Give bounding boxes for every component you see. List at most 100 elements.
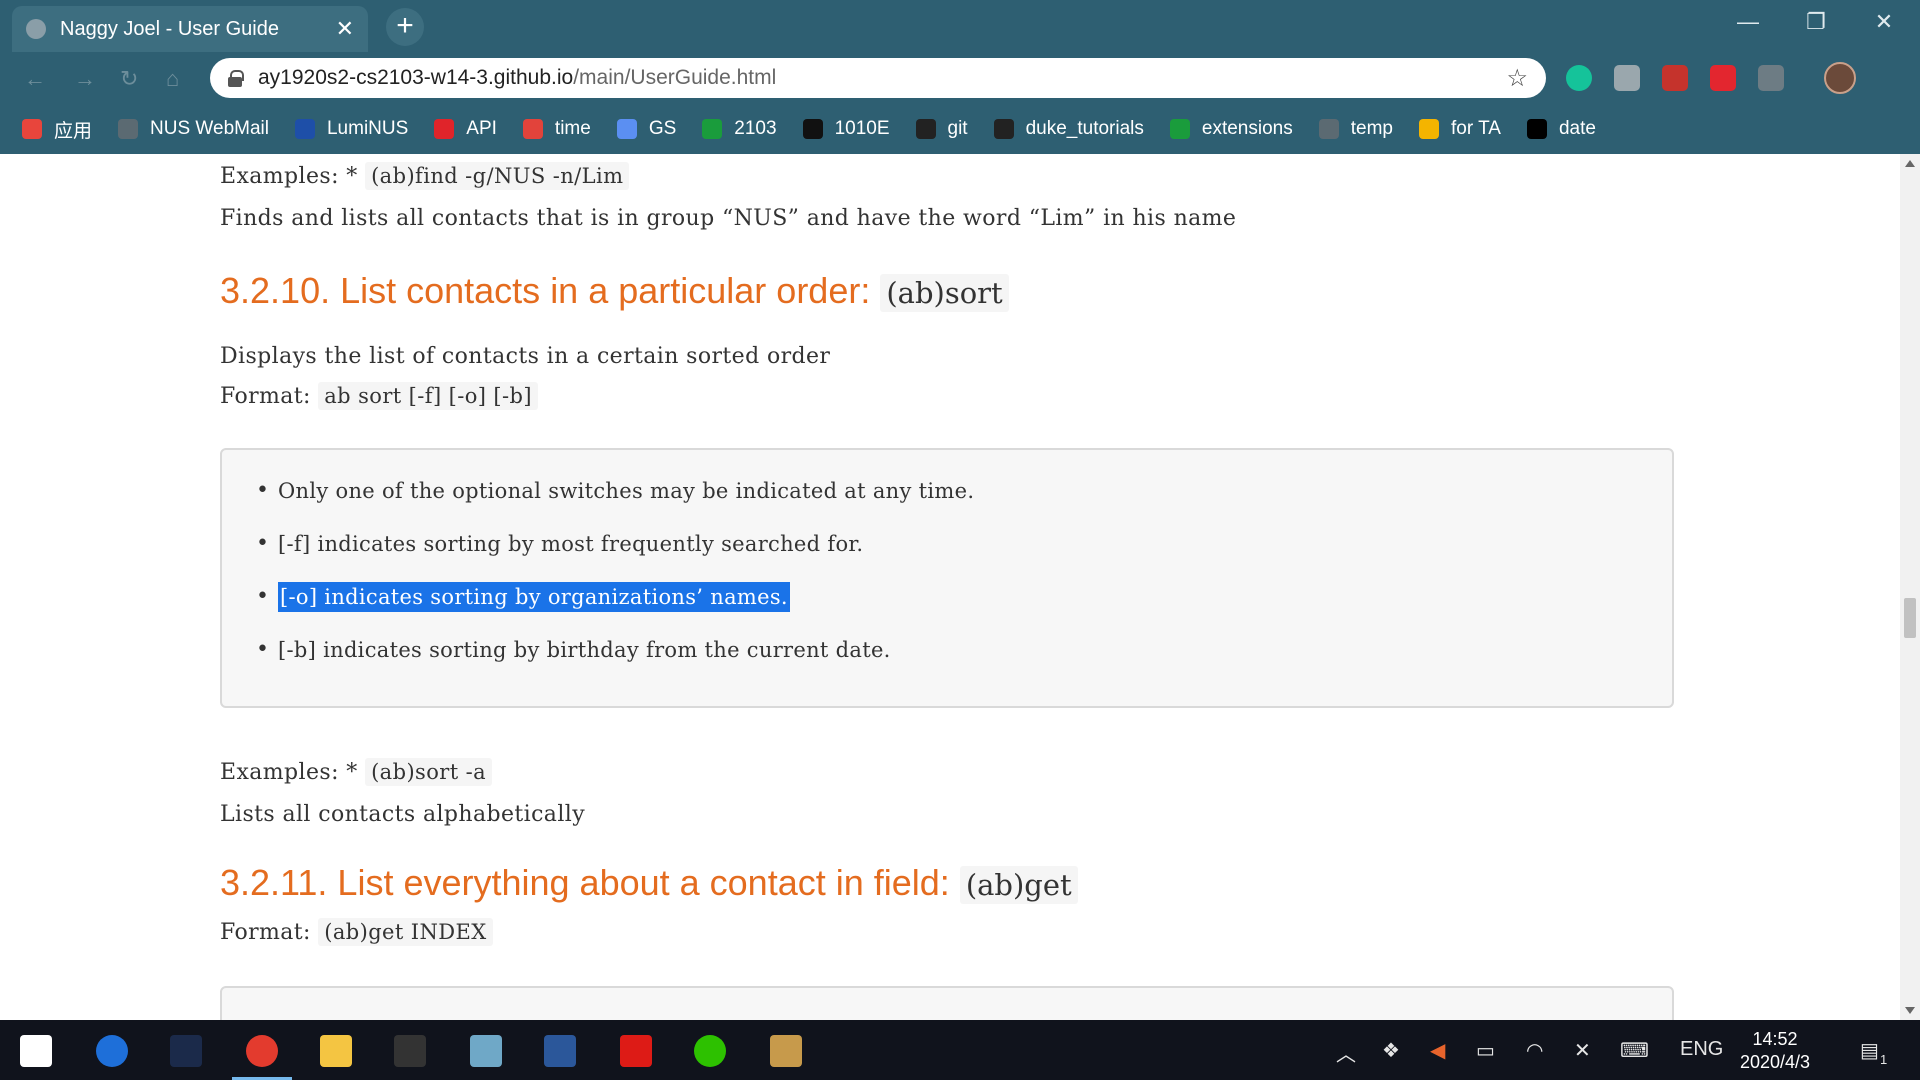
home-icon[interactable]: ⌂ (166, 66, 179, 92)
bookmark-item[interactable]: API (434, 118, 497, 140)
taskbar-start-button[interactable] (6, 1026, 66, 1076)
notification-count: 1 (1880, 1052, 1888, 1067)
speaker-tray-icon[interactable]: ◀ (1430, 1038, 1445, 1063)
bookmark-item[interactable]: extensions (1169, 118, 1293, 140)
taskbar-photoshop-button[interactable] (156, 1026, 216, 1076)
bookmark-item[interactable]: 2103 (702, 118, 777, 140)
pdf-icon[interactable] (1662, 65, 1688, 91)
bookmark-icon (993, 119, 1014, 139)
notes-icon (470, 1035, 502, 1067)
wechat-icon (694, 1035, 726, 1067)
bookmark-item[interactable]: time (522, 118, 591, 140)
bookmark-label: 应用 (54, 120, 93, 142)
grammarly-icon[interactable] (1566, 65, 1592, 91)
battery-icon[interactable]: ▭ (1476, 1038, 1495, 1063)
scrollbar-thumb[interactable] (1904, 598, 1916, 638)
forward-arrow-icon[interactable]: → (74, 66, 96, 92)
address-bar[interactable]: ay1920s2-cs2103-w14-3.github.io /main/Us… (210, 58, 1546, 98)
taskbar-angular-button[interactable] (606, 1026, 666, 1076)
tray-expand-icon[interactable]: ︿ (1336, 1038, 1356, 1067)
taskbar-wechat-button[interactable] (680, 1026, 740, 1076)
mendeley-icon[interactable] (1710, 65, 1736, 91)
bookmark-icon (1526, 119, 1547, 139)
sort-notes-list: Only one of the optional switches may be… (222, 450, 1672, 688)
note-item-selected: [-o] indicates sorting by organizations’… (256, 582, 1672, 635)
clock[interactable]: 14:52 2020/4/3 (1720, 1028, 1830, 1074)
clock-time: 14:52 (1752, 1029, 1798, 1049)
taskbar-maps-button[interactable] (82, 1026, 142, 1076)
bookmark-item[interactable]: duke_tutorials (993, 118, 1144, 140)
globe-icon (26, 19, 46, 39)
reload-icon[interactable]: ↻ (120, 66, 138, 92)
maps-icon (96, 1035, 128, 1067)
sort-heading-text: 3.2.10. List contacts in a particular or… (220, 270, 871, 311)
tab-close-icon[interactable]: ✕ (336, 16, 354, 42)
bookmark-icon (1169, 119, 1190, 139)
bookmark-label: git (947, 118, 968, 139)
volume-mute-icon[interactable]: ✕ (1574, 1038, 1591, 1063)
bookmark-item[interactable]: GS (616, 118, 677, 140)
bookmark-item[interactable]: for TA (1418, 118, 1501, 140)
bookmark-label: for TA (1450, 118, 1501, 139)
tab-bar: Naggy Joel - User Guide ✕ + — ❐ ✕ (0, 0, 1920, 52)
tab-user-guide[interactable]: Naggy Joel - User Guide ✕ (12, 6, 368, 52)
page-scrollbar[interactable] (1900, 154, 1920, 1020)
language-indicator[interactable]: ENG (1680, 1038, 1723, 1061)
taskbar-notes-button[interactable] (456, 1026, 516, 1076)
taskbar-word-button[interactable] (530, 1026, 590, 1076)
minimize-button[interactable]: — (1718, 4, 1778, 40)
notification-center-icon[interactable]: ▤ (1860, 1038, 1879, 1063)
tab-title: Naggy Joel - User Guide (60, 17, 279, 40)
bookmark-label: GS (648, 118, 677, 139)
bookmark-item[interactable]: temp (1318, 118, 1393, 140)
taskbar-chrome-button[interactable] (232, 1026, 292, 1080)
sort-format-line: Format: ab sort [-f] [-o] [-b] (220, 382, 538, 410)
back-arrow-icon[interactable]: ← (24, 66, 46, 92)
bookmark-item[interactable]: 应用 (22, 116, 92, 143)
bookmark-item[interactable]: 1010E (802, 118, 890, 140)
start-icon (20, 1035, 52, 1067)
get-format-line: Format: (ab)get INDEX (220, 918, 493, 946)
taskbar-explorer-button[interactable] (306, 1026, 366, 1076)
sort-example-line: Examples: * (ab)sort -a (220, 758, 493, 786)
bookmark-label: time (554, 118, 591, 139)
selected-text[interactable]: [-o] indicates sorting by organizations’… (278, 582, 790, 612)
bookmark-star-icon[interactable]: ☆ (1506, 64, 1528, 93)
sort-example-code: (ab)sort -a (365, 758, 493, 786)
get-notes-box (220, 986, 1674, 1020)
bookmark-item[interactable]: git (915, 118, 968, 140)
taskbar-terminal-button[interactable] (380, 1026, 440, 1076)
scroll-down-arrow-icon[interactable] (1905, 1007, 1915, 1014)
bookmark-icon (915, 119, 936, 139)
close-window-button[interactable]: ✕ (1854, 4, 1914, 40)
taskbar-contacts-button[interactable] (756, 1026, 816, 1076)
scroll-up-arrow-icon[interactable] (1905, 160, 1915, 167)
format-label: Format: (220, 384, 311, 409)
bookmark-icon (294, 119, 315, 139)
bookmark-item[interactable]: NUS WebMail (118, 118, 269, 140)
bookmark-label: 1010E (834, 118, 890, 139)
bookmark-icon (702, 119, 723, 139)
screenshot-extension-icon[interactable] (1758, 65, 1784, 91)
profile-avatar[interactable] (1824, 62, 1856, 94)
new-tab-button[interactable]: + (386, 8, 424, 46)
bookmark-icon (1418, 119, 1439, 139)
photoshop-icon (170, 1035, 202, 1067)
sort-format-code: ab sort [-f] [-o] [-b] (318, 382, 538, 410)
bookmark-item[interactable]: date (1526, 118, 1596, 140)
bookmark-label: date (1558, 118, 1596, 139)
sort-notes-box: Only one of the optional switches may be… (220, 448, 1674, 708)
wifi-icon[interactable]: ◠ (1526, 1038, 1543, 1063)
bookmark-label: API (466, 118, 497, 139)
get-format-code: (ab)get INDEX (318, 918, 493, 946)
dropbox-icon[interactable]: ❖ (1382, 1038, 1400, 1063)
browser-toolbar: ← → ↻ ⌂ ay1920s2-cs2103-w14-3.github.io … (0, 52, 1920, 104)
restore-button[interactable]: ❐ (1786, 4, 1846, 40)
page-content: Examples: * (ab)find -g/NUS -n/Lim Finds… (0, 154, 1900, 1020)
example-label: Examples: * (220, 760, 358, 785)
extension-docs-icon[interactable] (1614, 65, 1640, 91)
bookmark-item[interactable]: LumiNUS (294, 118, 408, 140)
lock-icon[interactable] (228, 70, 244, 87)
keyboard-icon[interactable]: ⌨ (1620, 1038, 1649, 1063)
find-example-description: Finds and lists all contacts that is in … (220, 206, 1237, 231)
